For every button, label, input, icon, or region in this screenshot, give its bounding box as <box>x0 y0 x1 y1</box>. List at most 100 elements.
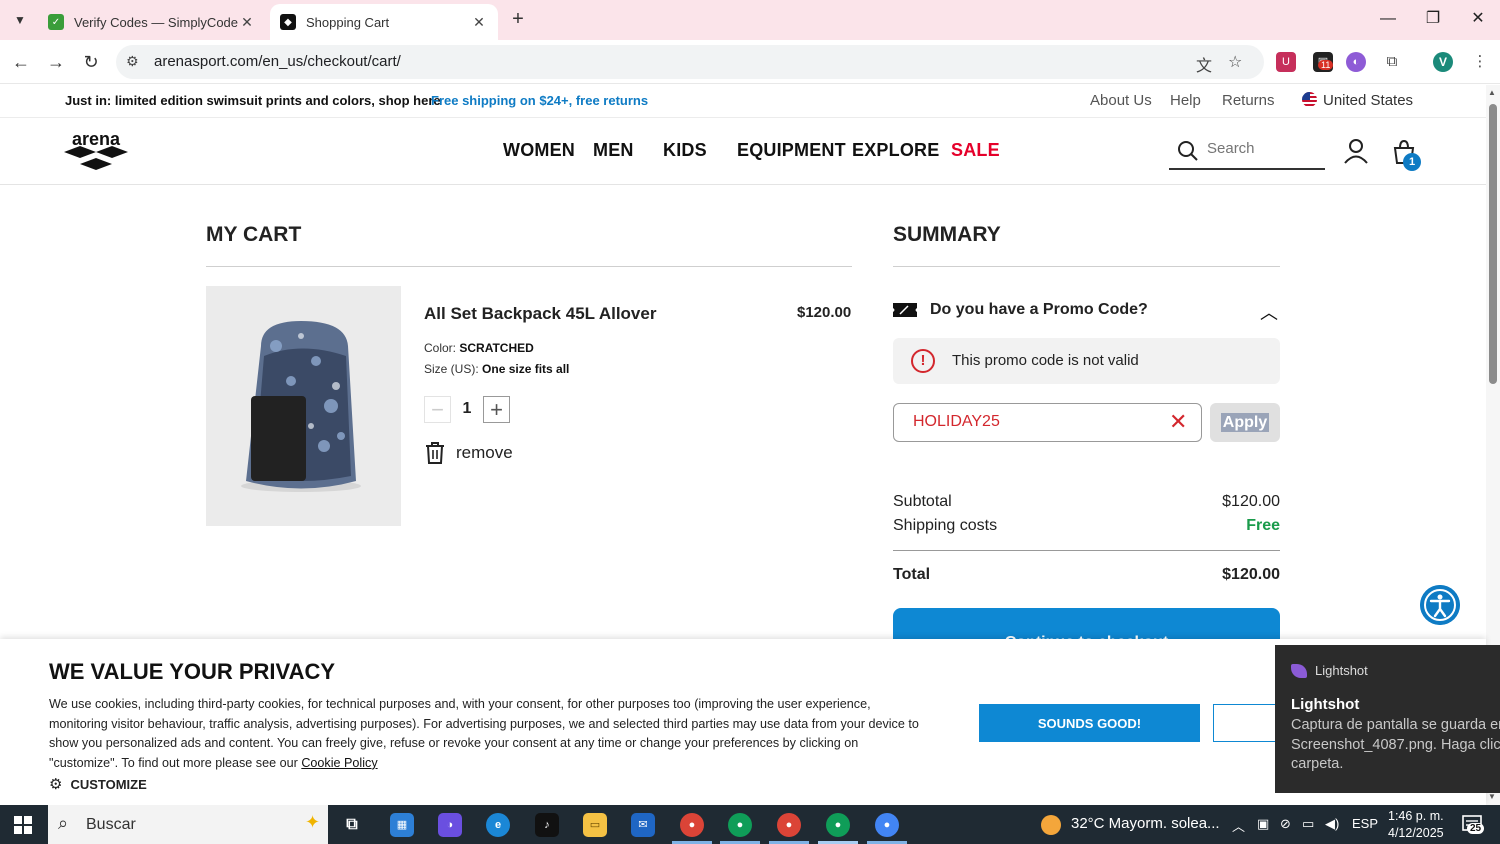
extensions-puzzle-icon[interactable]: ⧉ <box>1382 52 1402 72</box>
scrollbar-thumb[interactable] <box>1489 104 1497 384</box>
quantity-decrease-button[interactable]: − <box>424 396 451 423</box>
remove-label: remove <box>456 443 513 462</box>
nav-explore[interactable]: EXPLORE <box>852 140 939 161</box>
meet-icon[interactable]: ▣ <box>1257 816 1269 832</box>
promo-code-toggle[interactable]: Do you have a Promo Code? ︿ <box>893 296 1280 324</box>
language-indicator[interactable]: ESP <box>1352 816 1378 831</box>
address-bar[interactable]: ⚙ arenasport.com/en_us/checkout/cart/ 文 … <box>116 45 1264 79</box>
nav-kids[interactable]: KIDS <box>663 140 707 161</box>
quantity-increase-button[interactable]: + <box>483 396 510 423</box>
weather-text[interactable]: 32°C Mayorm. solea... <box>1071 815 1220 832</box>
nav-men[interactable]: MEN <box>593 140 634 161</box>
trash-icon <box>426 442 444 464</box>
close-window-button[interactable]: ✕ <box>1463 6 1493 32</box>
product-image[interactable] <box>206 286 401 526</box>
chrome-profile-icon[interactable]: ● <box>875 813 899 837</box>
account-icon[interactable] <box>1343 138 1369 164</box>
chrome-profile-icon[interactable]: ● <box>728 813 752 837</box>
forward-button[interactable]: → <box>44 50 68 74</box>
nav-equipment[interactable]: EQUIPMENT <box>737 140 846 161</box>
chrome-profile-icon[interactable]: ● <box>777 813 801 837</box>
chrome-active-icon[interactable]: ● <box>826 813 850 837</box>
lightshot-notification[interactable]: Lightshot Lightshot Captura de pantalla … <box>1275 645 1500 793</box>
scroll-up-arrow-icon[interactable]: ▲ <box>1488 88 1496 97</box>
url-text: arenasport.com/en_us/checkout/cart/ <box>154 53 401 70</box>
notification-text: Captura de pantalla se guarda en Screens… <box>1291 716 1500 775</box>
copilot-sparkle-icon: ✦ <box>305 812 321 832</box>
taskbar-search[interactable]: ⌕ Buscar ✦ <box>48 805 328 844</box>
minimize-button[interactable]: — <box>1373 6 1403 32</box>
clear-promo-icon[interactable]: ✕ <box>1169 409 1187 435</box>
volume-icon[interactable]: ◀) <box>1325 816 1339 832</box>
summary-title: SUMMARY <box>893 223 1001 246</box>
accept-cookies-button[interactable]: SOUNDS GOOD! <box>979 704 1200 742</box>
country-selector[interactable]: United States <box>1302 92 1413 109</box>
display-icon[interactable]: ▭ <box>1302 816 1314 832</box>
about-us-link[interactable]: About Us <box>1090 92 1152 109</box>
subtotal-row: Subtotal $120.00 <box>893 493 1280 511</box>
site-info-icon[interactable]: ⚙ <box>126 53 139 70</box>
remove-item-button[interactable]: remove <box>424 440 513 466</box>
product-size: Size (US): One size fits all <box>424 362 569 376</box>
back-button[interactable]: ← <box>9 50 33 74</box>
search-input[interactable] <box>1207 140 1319 157</box>
close-tab-icon[interactable]: ✕ <box>470 14 488 31</box>
customize-button[interactable]: ⚙ CUSTOMIZE <box>49 775 147 793</box>
task-view-icon[interactable]: ⧉ <box>340 813 364 837</box>
svg-text:arena: arena <box>72 129 121 149</box>
outlook-icon[interactable]: ✉ <box>631 813 655 837</box>
free-shipping-link[interactable]: Free shipping on $24+, free returns <box>431 93 648 108</box>
network-off-icon[interactable]: ⊘ <box>1280 816 1291 832</box>
nav-women[interactable]: WOMEN <box>503 140 575 161</box>
clock-time: 1:46 p. m. <box>1388 809 1444 823</box>
chevron-up-icon[interactable]: ︿ <box>1260 299 1278 325</box>
tab-shopping-cart[interactable]: ◆ Shopping Cart ✕ <box>270 4 498 40</box>
site-header: arena WOMEN MEN KIDS EQUIPMENT EXPLORE S… <box>0 118 1486 185</box>
weather-icon[interactable] <box>1041 815 1061 835</box>
total-value: $120.00 <box>1222 566 1280 583</box>
scroll-down-arrow-icon[interactable]: ▼ <box>1488 792 1496 801</box>
notification-line: Screenshot_4087.png. Haga clic a <box>1291 736 1500 753</box>
promo-code-input[interactable] <box>913 413 1153 431</box>
taskbar-clock[interactable]: 1:46 p. m. 4/12/2025 <box>1388 808 1444 842</box>
simplycodes-icon: ✓ <box>48 14 64 30</box>
profile-avatar[interactable]: V <box>1433 52 1453 72</box>
chevron-up-icon[interactable]: ︿ <box>1232 816 1245 835</box>
reload-button[interactable]: ↻ <box>79 50 103 74</box>
copilot-icon[interactable]: ◑ <box>438 813 462 837</box>
translate-icon[interactable]: 文 <box>1196 52 1212 76</box>
windows-start-icon[interactable] <box>14 816 32 834</box>
cookie-policy-link[interactable]: Cookie Policy <box>301 756 377 770</box>
help-link[interactable]: Help <box>1170 92 1201 109</box>
nav-sale[interactable]: SALE <box>951 140 1000 161</box>
cookie-body: We use cookies, including third-party co… <box>49 695 929 773</box>
taskbar-search-placeholder: Buscar <box>86 816 136 833</box>
tiktok-icon[interactable]: ♪ <box>535 813 559 837</box>
close-tab-icon[interactable]: ✕ <box>238 14 256 31</box>
browser-tab-bar: ▼ ✓ Verify Codes — SimplyCodes ✕ ◆ Shopp… <box>0 0 1500 40</box>
file-explorer-icon[interactable]: ▭ <box>583 813 607 837</box>
accessibility-icon[interactable] <box>1420 585 1460 625</box>
bookmark-star-icon[interactable]: ☆ <box>1228 52 1242 72</box>
chrome-profile-icon[interactable]: ● <box>680 813 704 837</box>
tab-search-button[interactable]: ▼ <box>8 8 32 32</box>
ublock-extension-icon[interactable]: U <box>1276 52 1296 72</box>
total-row: Total $120.00 <box>893 566 1280 584</box>
tab-simplycodes[interactable]: ✓ Verify Codes — SimplyCodes ✕ <box>38 4 266 40</box>
restore-button[interactable]: ❐ <box>1418 6 1448 32</box>
extension-icon[interactable]: ◐ <box>1346 52 1366 72</box>
product-color: Color: SCRATCHED <box>424 341 534 355</box>
new-tab-button[interactable]: + <box>506 8 530 32</box>
accept-label: SOUNDS GOOD! <box>1037 715 1142 731</box>
arena-logo[interactable]: arena <box>64 128 128 176</box>
cookie-banner: WE VALUE YOUR PRIVACY We use cookies, in… <box>0 639 1486 805</box>
returns-link[interactable]: Returns <box>1222 92 1275 109</box>
divider <box>893 266 1280 267</box>
promo-announcement-link[interactable]: Just in: limited edition swimsuit prints… <box>65 93 441 108</box>
browser-menu-icon[interactable]: ⋮ <box>1470 52 1490 72</box>
product-name[interactable]: All Set Backpack 45L Allover <box>424 304 656 324</box>
edge-icon[interactable]: e <box>486 813 510 837</box>
microsoft-store-icon[interactable]: ▦ <box>390 813 414 837</box>
search-icon[interactable] <box>1177 140 1199 162</box>
apply-promo-button[interactable]: Apply <box>1210 403 1280 442</box>
